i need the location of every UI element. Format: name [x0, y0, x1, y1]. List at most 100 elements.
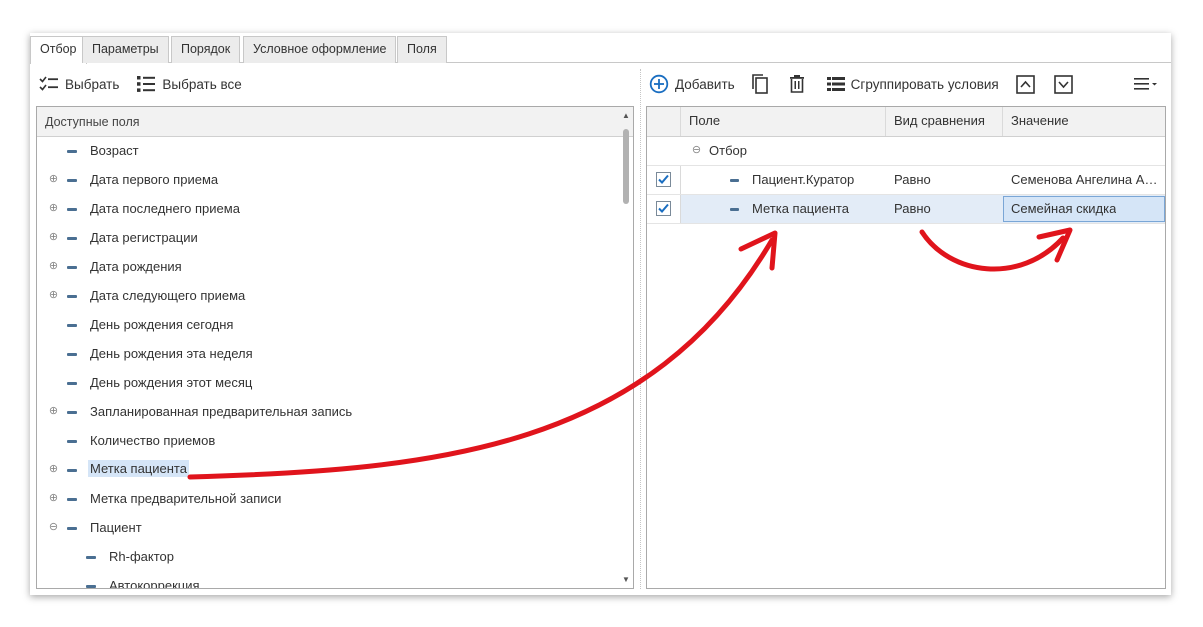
tree-item[interactable]: ⊕ Дата регистрации	[37, 224, 633, 253]
tab-parameters[interactable]: Параметры	[82, 36, 169, 63]
select-button[interactable]: Выбрать	[39, 75, 119, 93]
tree-item-label: День рождения сегодня	[90, 317, 234, 332]
expand-icon[interactable]: ⊕	[48, 493, 59, 504]
more-menu-icon[interactable]	[1134, 77, 1158, 91]
tree-item-label: Rh-фактор	[109, 549, 174, 564]
collapse-icon[interactable]: ⊖	[691, 145, 702, 156]
tree-item[interactable]: Rh-фактор	[37, 543, 633, 572]
tree-item-label: Возраст	[90, 143, 139, 158]
tab-fields[interactable]: Поля	[397, 36, 447, 63]
tree-item-label: День рождения эта неделя	[90, 346, 253, 361]
tab-filter[interactable]: Отбор	[30, 36, 87, 64]
column-header-field[interactable]: Поле	[689, 107, 720, 135]
tree-item[interactable]: ⊕ Метка пациента	[37, 456, 633, 485]
column-divider	[680, 195, 681, 223]
field-dash-icon	[86, 556, 96, 559]
tab-conditional-formatting[interactable]: Условное оформление	[243, 36, 397, 63]
move-down-icon[interactable]	[1053, 74, 1073, 94]
tree-item[interactable]: ⊕ Дата последнего приема	[37, 195, 633, 224]
select-all-button[interactable]: Выбрать все	[136, 75, 242, 93]
copy-icon[interactable]	[750, 73, 770, 95]
filter-row[interactable]: Пациент.Куратор Равно Семенова Ангелина …	[647, 166, 1165, 195]
expand-icon[interactable]: ⊕	[48, 406, 59, 417]
trash-icon[interactable]	[788, 74, 806, 94]
tree-item[interactable]: ⊖ Пациент	[37, 514, 633, 543]
field-dash-icon	[67, 527, 77, 530]
tree-item[interactable]: ⊕ Дата следующего приема	[37, 282, 633, 311]
expand-icon[interactable]: ⊕	[48, 232, 59, 243]
tree-item[interactable]: Количество приемов	[37, 427, 633, 456]
row-value[interactable]: Семейная скидка	[1011, 195, 1116, 223]
tree-item-label: Пациент	[90, 520, 142, 535]
row-checkbox[interactable]	[656, 172, 671, 187]
column-divider	[680, 166, 681, 194]
tree-item-label: Дата первого приема	[90, 172, 219, 187]
tree-item-label: Автокоррекция	[109, 578, 200, 589]
field-dash-icon	[67, 150, 77, 153]
tree-item[interactable]: День рождения этот месяц	[37, 369, 633, 398]
expand-icon[interactable]: ⊕	[48, 174, 59, 185]
field-dash-icon	[67, 353, 77, 356]
field-dash-icon	[67, 266, 77, 269]
tree-item[interactable]: ⊕ Дата первого приема	[37, 166, 633, 195]
row-field: Метка пациента	[752, 201, 849, 216]
right-toolbar: Добавить Сгруппировать условия	[649, 67, 1167, 101]
filter-row-selected[interactable]: Метка пациента Равно Семейная скидка	[647, 195, 1165, 224]
group-conditions-label: Сгруппировать условия	[850, 76, 999, 92]
column-divider[interactable]	[885, 107, 886, 136]
field-dash-icon	[67, 440, 77, 443]
row-checkbox[interactable]	[656, 201, 671, 216]
field-dash-icon	[67, 324, 77, 327]
checkmark-icon	[658, 174, 669, 184]
plus-circle-icon	[649, 74, 669, 94]
field-dash-icon	[67, 208, 77, 211]
field-dash-icon	[730, 208, 739, 211]
available-fields-tree[interactable]: Доступные поля Возраст ⊕ Дата первого прие…	[36, 106, 634, 589]
tree-item-label: Запланированная предварительная запись	[90, 404, 353, 419]
tree-item[interactable]: День рождения сегодня	[37, 311, 633, 340]
column-header-comparison[interactable]: Вид сравнения	[894, 107, 985, 135]
expand-icon[interactable]: ⊕	[48, 203, 59, 214]
value-cell-editor[interactable]: Семейная скидка	[1003, 196, 1165, 222]
scroll-down-icon[interactable]: ▼	[622, 575, 630, 584]
group-row[interactable]: ⊖ Отбор	[647, 137, 1165, 166]
field-dash-icon	[67, 411, 77, 414]
field-dash-icon	[67, 382, 77, 385]
expand-icon[interactable]: ⊕	[48, 290, 59, 301]
tree-item[interactable]: Автокоррекция	[37, 572, 633, 589]
field-dash-icon	[67, 295, 77, 298]
expand-icon[interactable]: ⊕	[48, 464, 59, 475]
checkmark-icon	[658, 203, 669, 213]
collapse-icon[interactable]: ⊖	[48, 522, 59, 533]
field-dash-icon	[67, 498, 77, 501]
column-divider[interactable]	[1002, 107, 1003, 136]
tree-item[interactable]: ⊕ Дата рождения	[37, 253, 633, 282]
tab-bar: Отбор Параметры Порядок Условное оформле…	[30, 33, 1171, 64]
filter-grid[interactable]: Поле Вид сравнения Значение ⊖ Отбор Паци…	[646, 106, 1166, 589]
select-all-label: Выбрать все	[162, 76, 242, 92]
group-conditions-button[interactable]: Сгруппировать условия	[826, 76, 999, 92]
scrollbar[interactable]: ▲ ▼	[621, 107, 631, 588]
field-dash-icon	[67, 237, 77, 240]
scroll-up-icon[interactable]: ▲	[622, 111, 630, 120]
tree-item[interactable]: День рождения эта неделя	[37, 340, 633, 369]
report-settings-window: Отбор Параметры Порядок Условное оформле…	[30, 33, 1171, 595]
expand-icon[interactable]: ⊕	[48, 261, 59, 272]
tree-item[interactable]: ⊕ Запланированная предварительная запись	[37, 398, 633, 427]
column-divider[interactable]	[680, 107, 681, 136]
row-value[interactable]: Семенова Ангелина Алексеевна	[1011, 166, 1161, 194]
tab-order[interactable]: Порядок	[171, 36, 241, 63]
tree-item[interactable]: Возраст	[37, 137, 633, 166]
tree-item-label: Дата регистрации	[90, 230, 198, 245]
column-header-value[interactable]: Значение	[1011, 107, 1069, 135]
add-button[interactable]: Добавить	[649, 74, 735, 94]
move-up-icon[interactable]	[1015, 74, 1035, 94]
panel-divider[interactable]	[640, 69, 641, 589]
row-field: Пациент.Куратор	[752, 172, 855, 187]
tree-item[interactable]: ⊕ Метка предварительной записи	[37, 485, 633, 514]
tree-item-label: День рождения этот месяц	[90, 375, 253, 390]
row-comparison[interactable]: Равно	[894, 166, 931, 194]
field-dash-icon	[67, 179, 77, 182]
scroll-thumb[interactable]	[623, 129, 629, 204]
row-comparison[interactable]: Равно	[894, 195, 931, 223]
